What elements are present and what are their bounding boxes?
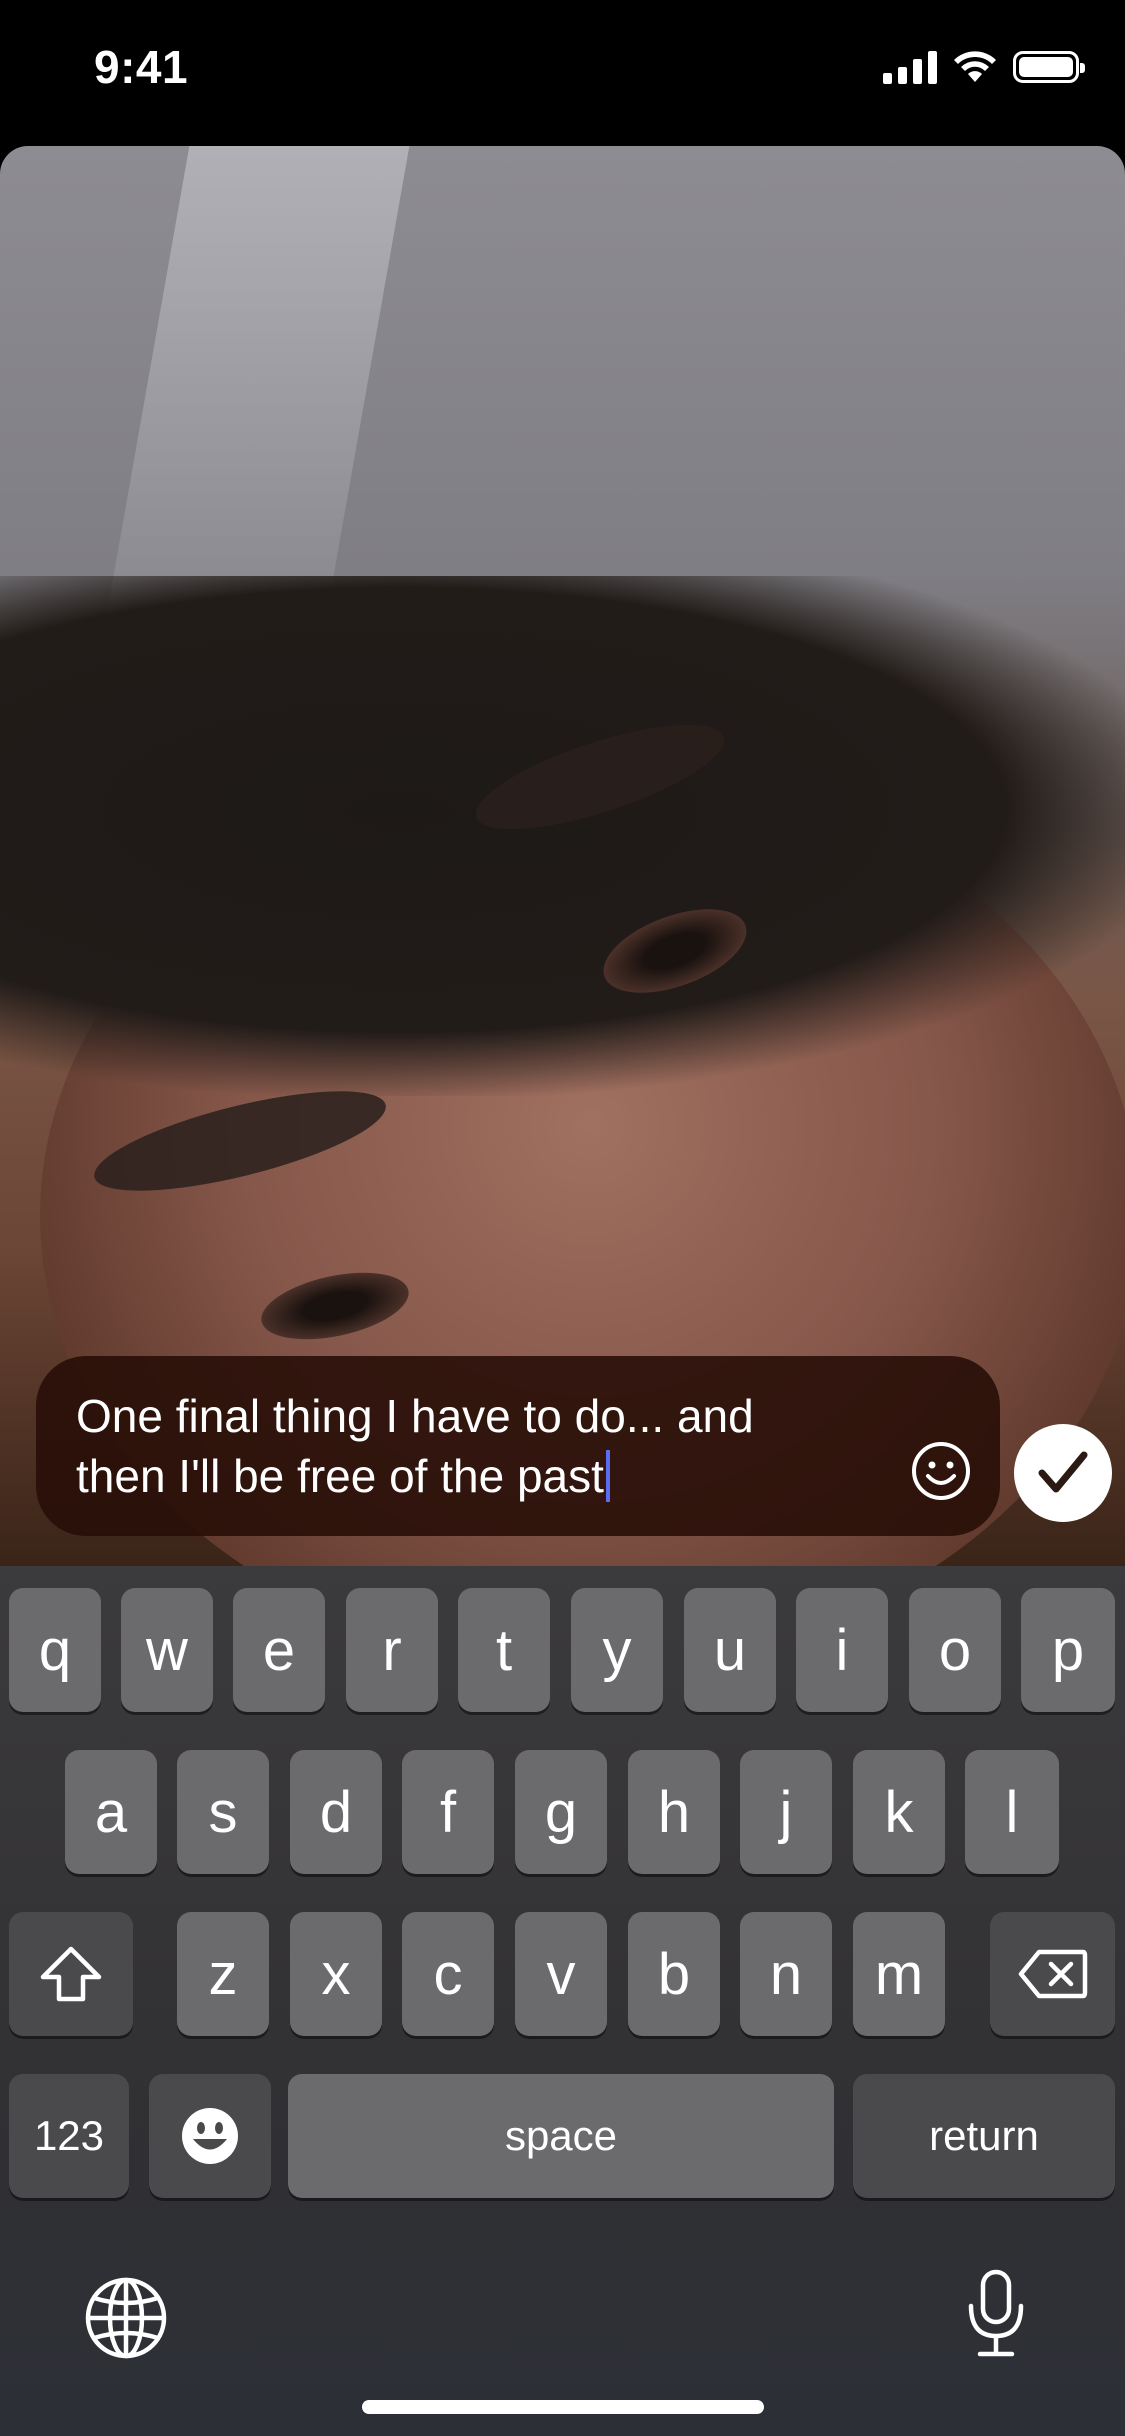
caption-line-2: then I'll be free of the past bbox=[76, 1450, 604, 1502]
key-p[interactable]: p bbox=[1021, 1588, 1115, 1712]
caption-line-1: One final thing I have to do... and bbox=[76, 1390, 754, 1442]
keyboard: q w e r t y u i o p a s d f g h j k l z … bbox=[0, 1566, 1125, 2436]
key-e[interactable]: e bbox=[233, 1588, 325, 1712]
hair-area bbox=[0, 576, 1125, 1096]
numbers-key[interactable]: 123 bbox=[9, 2074, 129, 2198]
key-a[interactable]: a bbox=[65, 1750, 157, 1874]
key-s[interactable]: s bbox=[177, 1750, 269, 1874]
microphone-icon[interactable] bbox=[966, 2268, 1026, 2358]
key-r[interactable]: r bbox=[346, 1588, 438, 1712]
done-button[interactable] bbox=[1014, 1424, 1112, 1522]
backspace-icon bbox=[1018, 1949, 1087, 1999]
key-n[interactable]: n bbox=[740, 1912, 832, 2036]
key-y[interactable]: y bbox=[571, 1588, 663, 1712]
status-time: 9:41 bbox=[94, 41, 189, 93]
shift-key[interactable] bbox=[9, 1912, 133, 2036]
emoji-keyboard-icon bbox=[182, 2108, 238, 2164]
key-i[interactable]: i bbox=[796, 1588, 888, 1712]
emoji-key[interactable] bbox=[149, 2074, 271, 2198]
key-f[interactable]: f bbox=[402, 1750, 494, 1874]
key-x[interactable]: x bbox=[290, 1912, 382, 2036]
caption-text[interactable]: One final thing I have to do... and then … bbox=[76, 1386, 896, 1506]
key-g[interactable]: g bbox=[515, 1750, 607, 1874]
key-w[interactable]: w bbox=[121, 1588, 213, 1712]
cellular-signal-icon bbox=[883, 50, 937, 84]
key-v[interactable]: v bbox=[515, 1912, 607, 2036]
battery-icon bbox=[1013, 51, 1085, 83]
caption-input[interactable]: One final thing I have to do... and then … bbox=[36, 1356, 1000, 1536]
space-key[interactable]: space bbox=[288, 2074, 834, 2198]
globe-icon[interactable] bbox=[84, 2276, 168, 2360]
key-u[interactable]: u bbox=[684, 1588, 776, 1712]
smiley-icon[interactable] bbox=[910, 1440, 972, 1502]
key-b[interactable]: b bbox=[628, 1912, 720, 2036]
key-l[interactable]: l bbox=[965, 1750, 1059, 1874]
text-caret bbox=[605, 1450, 610, 1502]
key-z[interactable]: z bbox=[177, 1912, 269, 2036]
key-o[interactable]: o bbox=[909, 1588, 1001, 1712]
key-d[interactable]: d bbox=[290, 1750, 382, 1874]
key-m[interactable]: m bbox=[853, 1912, 945, 2036]
key-j[interactable]: j bbox=[740, 1750, 832, 1874]
home-indicator bbox=[362, 2400, 764, 2414]
backspace-key[interactable] bbox=[990, 1912, 1115, 2036]
status-bar: 9:41 bbox=[0, 0, 1125, 140]
key-h[interactable]: h bbox=[628, 1750, 720, 1874]
shift-icon bbox=[40, 1946, 102, 2002]
checkmark-icon bbox=[1038, 1451, 1088, 1493]
key-k[interactable]: k bbox=[853, 1750, 945, 1874]
key-t[interactable]: t bbox=[458, 1588, 550, 1712]
status-icons bbox=[883, 50, 1085, 84]
key-c[interactable]: c bbox=[402, 1912, 494, 2036]
selfie-photo bbox=[0, 146, 1125, 1566]
key-q[interactable]: q bbox=[9, 1588, 101, 1712]
wifi-icon bbox=[954, 51, 996, 82]
return-key[interactable]: return bbox=[853, 2074, 1115, 2198]
